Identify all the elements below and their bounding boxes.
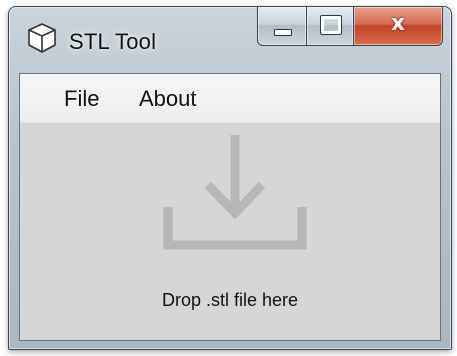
maximize-button[interactable] [307,7,354,46]
client-area: File About Drop .stl file here [19,73,441,341]
app-window: STL Tool x File About Drop .stl file her… [8,6,452,350]
close-button[interactable]: x [354,7,443,46]
minimize-button[interactable] [257,7,307,46]
drop-zone[interactable]: Drop .stl file here [20,123,440,340]
close-icon: x [390,11,406,36]
menu-about[interactable]: About [133,84,203,114]
caption-buttons: x [257,7,443,47]
maximize-icon [320,15,342,35]
menu-bar: File About [20,74,440,123]
window-title: STL Tool [69,29,157,54]
cube-icon [25,21,59,55]
title-bar[interactable]: STL Tool x [9,7,451,73]
drop-instructions: Drop .stl file here [161,290,299,310]
download-tray-icon [160,129,310,253]
minimize-icon [274,29,292,36]
menu-file[interactable]: File [58,84,105,114]
